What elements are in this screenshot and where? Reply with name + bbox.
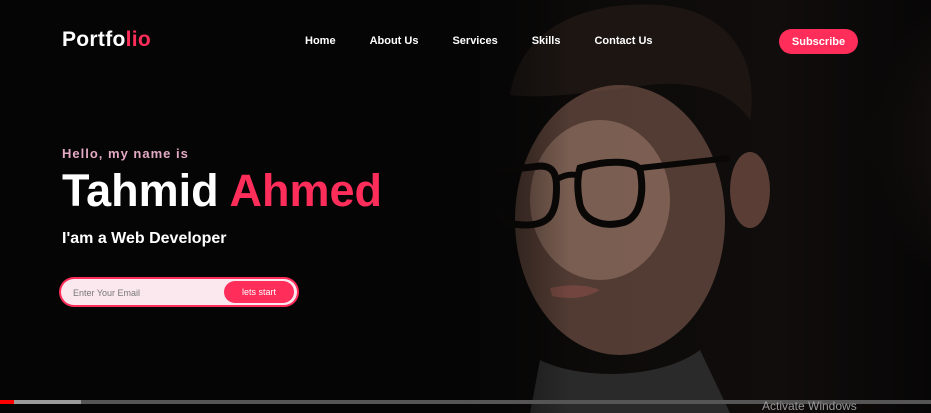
brand-logo-prefix: Portfo xyxy=(62,28,126,51)
hero-name: Tahmid Ahmed xyxy=(62,166,382,216)
email-form: lets start xyxy=(61,279,297,305)
lets-start-button[interactable]: lets start xyxy=(224,281,294,303)
hero-first-name: Tahmid xyxy=(62,165,219,216)
nav-menu: Home About Us Services Skills Contact Us xyxy=(305,35,687,47)
nav-item-home[interactable]: Home xyxy=(305,35,336,47)
nav-item-contact-us[interactable]: Contact Us xyxy=(594,35,652,47)
brand-logo[interactable]: Portfolio xyxy=(62,28,151,52)
brand-logo-accent: lio xyxy=(125,28,152,51)
activate-windows-watermark: Activate Windows xyxy=(762,399,857,413)
top-nav: Portfolio Home About Us Services Skills … xyxy=(0,0,931,80)
hero-role: I'am a Web Developer xyxy=(62,230,227,247)
nav-item-about-us[interactable]: About Us xyxy=(370,35,419,47)
hero-page: Portfolio Home About Us Services Skills … xyxy=(0,0,931,413)
video-played-bar xyxy=(0,400,14,404)
nav-item-skills[interactable]: Skills xyxy=(532,35,561,47)
subscribe-button[interactable]: Subscribe xyxy=(779,29,858,54)
hero-greeting: Hello, my name is xyxy=(62,146,189,161)
email-input[interactable] xyxy=(71,283,225,303)
nav-item-services[interactable]: Services xyxy=(452,35,497,47)
hero-last-name: Ahmed xyxy=(229,165,383,216)
